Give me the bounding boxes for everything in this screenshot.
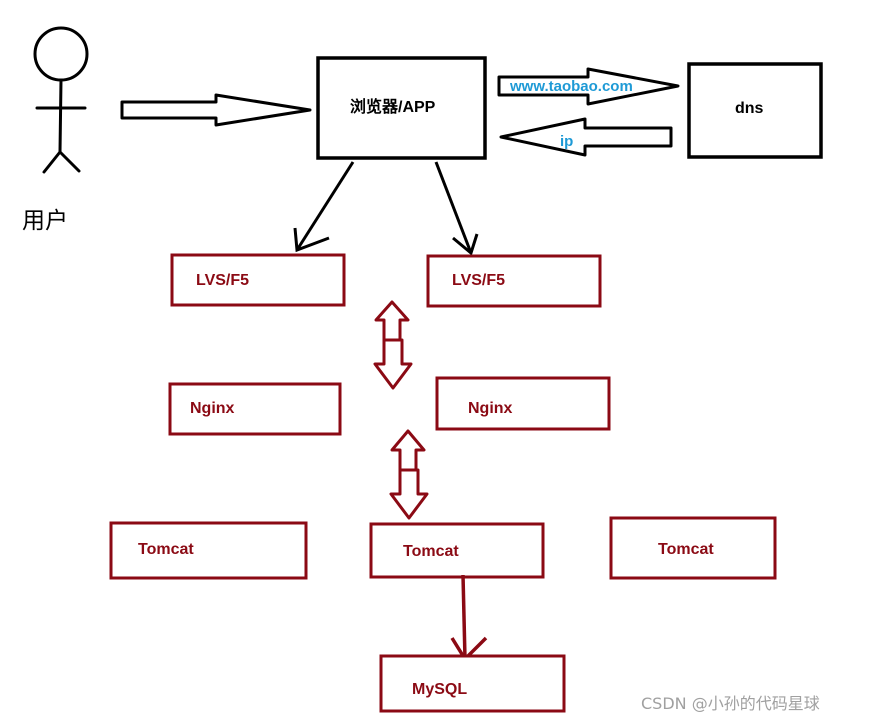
dns-response-label: ip [560, 133, 573, 150]
browser-label: 浏览器/APP [350, 97, 436, 116]
tomcat-label-2: Tomcat [403, 543, 459, 560]
dns-response-arrow [499, 117, 673, 157]
tomcat-to-mysql-arrow [450, 574, 488, 662]
tomcat-label-1: Tomcat [138, 541, 194, 558]
lvs-label-2: LVS/F5 [452, 272, 505, 289]
nginx-label-1: Nginx [190, 400, 235, 417]
browser-to-lvs-arrows [293, 161, 479, 256]
architecture-diagram: 用户 浏览器/APP dns www.taobao.com ip LVS/F5 … [22, 26, 823, 713]
nginx-label-2: Nginx [468, 400, 513, 417]
nginx-box-2 [435, 376, 611, 431]
mysql-box [379, 654, 566, 713]
nginx-tomcat-double-arrow [389, 429, 429, 520]
mysql-label: MySQL [412, 681, 467, 698]
lvs-nginx-double-arrow [373, 300, 413, 390]
watermark: CSDN @小孙的代码星球 [641, 694, 820, 713]
user-label: 用户 [22, 208, 68, 234]
dns-label: dns [735, 100, 764, 117]
lvs-label-1: LVS/F5 [196, 272, 249, 289]
user-to-browser-arrow [120, 93, 312, 127]
user-figure-icon [33, 26, 89, 174]
tomcat-label-3: Tomcat [658, 541, 714, 558]
dns-request-label: www.taobao.com [509, 78, 633, 95]
